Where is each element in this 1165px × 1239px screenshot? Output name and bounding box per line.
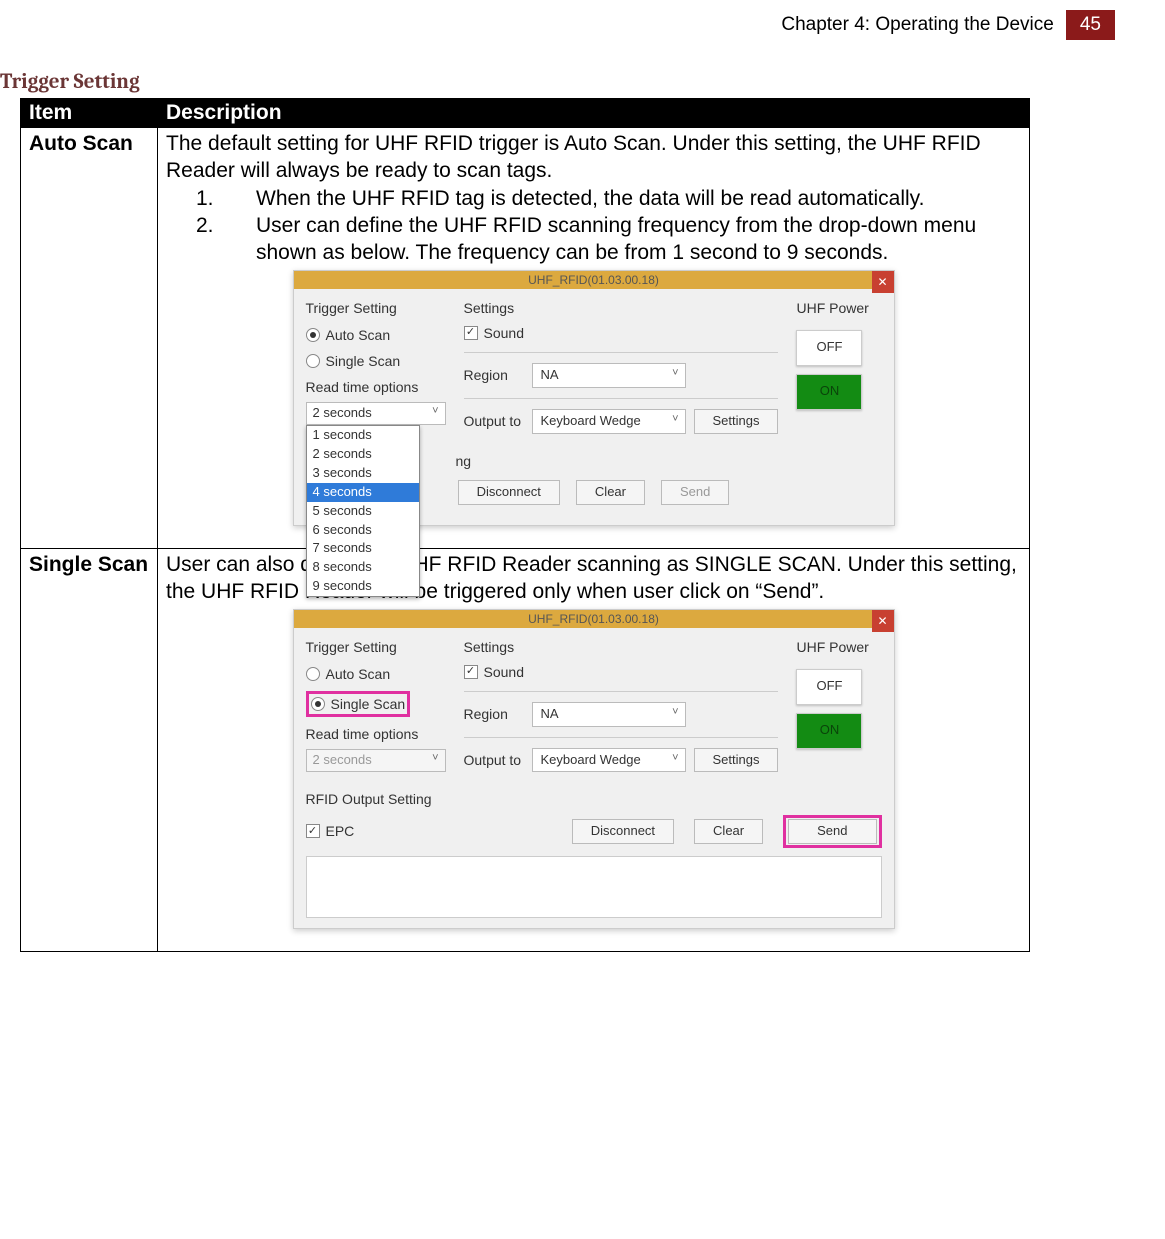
page-number: 45 bbox=[1066, 10, 1115, 40]
send-button[interactable]: Send bbox=[661, 480, 729, 505]
item-single-scan: Single Scan bbox=[21, 548, 158, 951]
disconnect-button[interactable]: Disconnect bbox=[572, 819, 674, 844]
sound-checkbox[interactable]: ✓Sound bbox=[464, 324, 779, 342]
power-off-button[interactable]: OFF bbox=[796, 330, 862, 366]
table-row: Auto Scan The default setting for UHF RF… bbox=[21, 128, 1030, 549]
highlight-single-scan: Single Scan bbox=[306, 691, 411, 717]
trigger-setting-label: Trigger Setting bbox=[306, 638, 446, 656]
radio-auto-scan[interactable]: Auto Scan bbox=[306, 665, 446, 683]
read-time-label: Read time options bbox=[306, 378, 446, 396]
close-icon[interactable]: ✕ bbox=[872, 610, 894, 632]
rfid-app-window: UHF_RFID(01.03.00.18) ✕ Trigger Setting … bbox=[293, 609, 895, 928]
highlight-send: Send bbox=[783, 815, 881, 848]
region-label: Region bbox=[464, 705, 524, 723]
table-row: Single Scan User can also define the UHF… bbox=[21, 548, 1030, 951]
read-time-dropdown[interactable]: 1 seconds 2 seconds 3 seconds 4 seconds … bbox=[306, 425, 420, 597]
rfid-app-window: UHF_RFID(01.03.00.18) ✕ Trigger Setting … bbox=[293, 270, 895, 525]
read-time-select: 2 seconds bbox=[306, 749, 446, 772]
item-auto-scan: Auto Scan bbox=[21, 128, 158, 549]
desc-single-scan: User can also define the UHF RFID Reader… bbox=[158, 548, 1030, 951]
uhf-power-label: UHF Power bbox=[796, 638, 881, 656]
power-on-button[interactable]: ON bbox=[796, 374, 862, 410]
output-to-label: Output to bbox=[464, 751, 524, 769]
output-to-label: Output to bbox=[464, 412, 524, 430]
read-time-select[interactable]: 2 seconds bbox=[306, 402, 446, 425]
disconnect-button[interactable]: Disconnect bbox=[458, 480, 560, 505]
col-header-item: Item bbox=[21, 99, 158, 128]
epc-checkbox[interactable]: ✓EPC bbox=[306, 822, 355, 840]
settings-label: Settings bbox=[464, 299, 779, 317]
output-to-select[interactable]: Keyboard Wedge bbox=[532, 409, 686, 434]
region-select[interactable]: NA bbox=[532, 363, 686, 388]
output-to-select[interactable]: Keyboard Wedge bbox=[532, 748, 686, 773]
region-select[interactable]: NA bbox=[532, 702, 686, 727]
page-header: Chapter 4: Operating the Device 45 bbox=[0, 0, 1115, 40]
close-icon[interactable]: ✕ bbox=[872, 271, 894, 293]
uhf-power-label: UHF Power bbox=[796, 299, 881, 317]
sound-checkbox[interactable]: ✓Sound bbox=[464, 663, 779, 681]
col-header-description: Description bbox=[158, 99, 1030, 128]
section-title: Trigger Setting bbox=[0, 70, 1115, 94]
settings-button[interactable]: Settings bbox=[694, 748, 779, 773]
read-time-label: Read time options bbox=[306, 725, 446, 743]
send-button[interactable]: Send bbox=[788, 819, 876, 844]
trigger-setting-label: Trigger Setting bbox=[306, 299, 446, 317]
power-off-button[interactable]: OFF bbox=[796, 669, 862, 705]
window-titlebar[interactable]: UHF_RFID(01.03.00.18) ✕ bbox=[294, 610, 894, 628]
radio-single-scan[interactable]: Single Scan bbox=[306, 352, 446, 370]
region-label: Region bbox=[464, 366, 524, 384]
radio-single-scan[interactable]: Single Scan bbox=[311, 695, 406, 713]
desc-auto-scan: The default setting for UHF RFID trigger… bbox=[158, 128, 1030, 549]
radio-auto-scan[interactable]: Auto Scan bbox=[306, 326, 446, 344]
settings-button[interactable]: Settings bbox=[694, 409, 779, 434]
clear-button[interactable]: Clear bbox=[694, 819, 763, 844]
window-titlebar[interactable]: UHF_RFID(01.03.00.18) ✕ bbox=[294, 271, 894, 289]
rfid-output-setting-label: RFID Output Setting bbox=[306, 790, 882, 808]
chapter-title: Chapter 4: Operating the Device bbox=[781, 14, 1054, 36]
result-area bbox=[306, 856, 882, 918]
trigger-setting-table: Item Description Auto Scan The default s… bbox=[20, 98, 1030, 952]
settings-label: Settings bbox=[464, 638, 779, 656]
clear-button[interactable]: Clear bbox=[576, 480, 645, 505]
power-on-button[interactable]: ON bbox=[796, 713, 862, 749]
